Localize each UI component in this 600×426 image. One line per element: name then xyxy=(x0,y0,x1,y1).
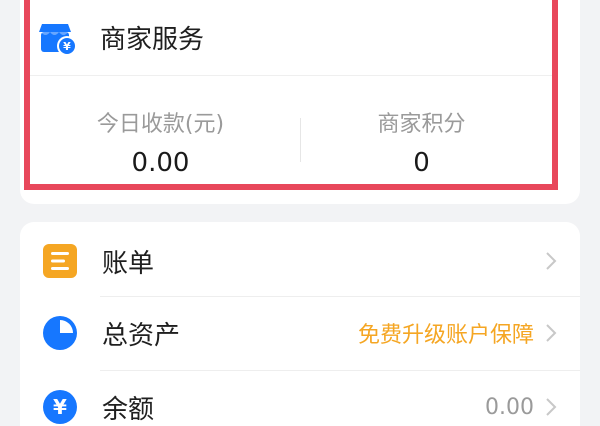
menu-item-label: 账单 xyxy=(102,248,155,279)
merchant-header[interactable]: ¥ 商家服务 xyxy=(30,0,552,76)
yuan-coin-icon: ¥ xyxy=(42,389,78,425)
shop-icon: ¥ xyxy=(38,18,78,58)
menu-item-label: 余额 xyxy=(102,394,155,425)
chevron-right-icon xyxy=(546,398,557,416)
menu-item-balance[interactable]: ¥ 余额 0.00 xyxy=(20,370,580,426)
menu-item-label: 总资产 xyxy=(102,320,181,351)
menu-item-total-assets[interactable]: 总资产 免费升级账户保障 xyxy=(20,296,580,370)
stat-divider xyxy=(300,118,301,162)
bill-list-icon xyxy=(42,243,78,279)
menu-item-right xyxy=(540,250,562,272)
balance-value: 0.00 xyxy=(485,394,534,420)
stat-value: 0 xyxy=(413,148,430,178)
svg-text:¥: ¥ xyxy=(53,395,67,419)
menu-card: 账单 总资产 免费升级账户保障 ¥ 余额 0.00 xyxy=(20,222,580,426)
svg-text:¥: ¥ xyxy=(63,40,71,53)
account-protection-promo[interactable]: 免费升级账户保障 xyxy=(358,317,534,349)
merchant-title: 商家服务 xyxy=(100,25,205,55)
pie-chart-icon xyxy=(42,315,78,351)
stat-merchant-points[interactable]: 商家积分 0 xyxy=(291,100,552,180)
menu-item-bill[interactable]: 账单 xyxy=(20,224,580,298)
menu-item-right: 0.00 xyxy=(485,395,562,420)
merchant-stats: 今日收款(元) 0.00 商家积分 0 xyxy=(30,100,552,180)
chevron-right-icon xyxy=(546,252,557,270)
stat-label: 今日收款(元) xyxy=(96,112,225,137)
chevron-right-icon xyxy=(546,324,557,342)
stat-value: 0.00 xyxy=(131,148,190,178)
stat-label: 商家积分 xyxy=(377,112,466,137)
menu-item-right: 免费升级账户保障 xyxy=(358,317,562,349)
stat-today-income[interactable]: 今日收款(元) 0.00 xyxy=(30,100,291,180)
